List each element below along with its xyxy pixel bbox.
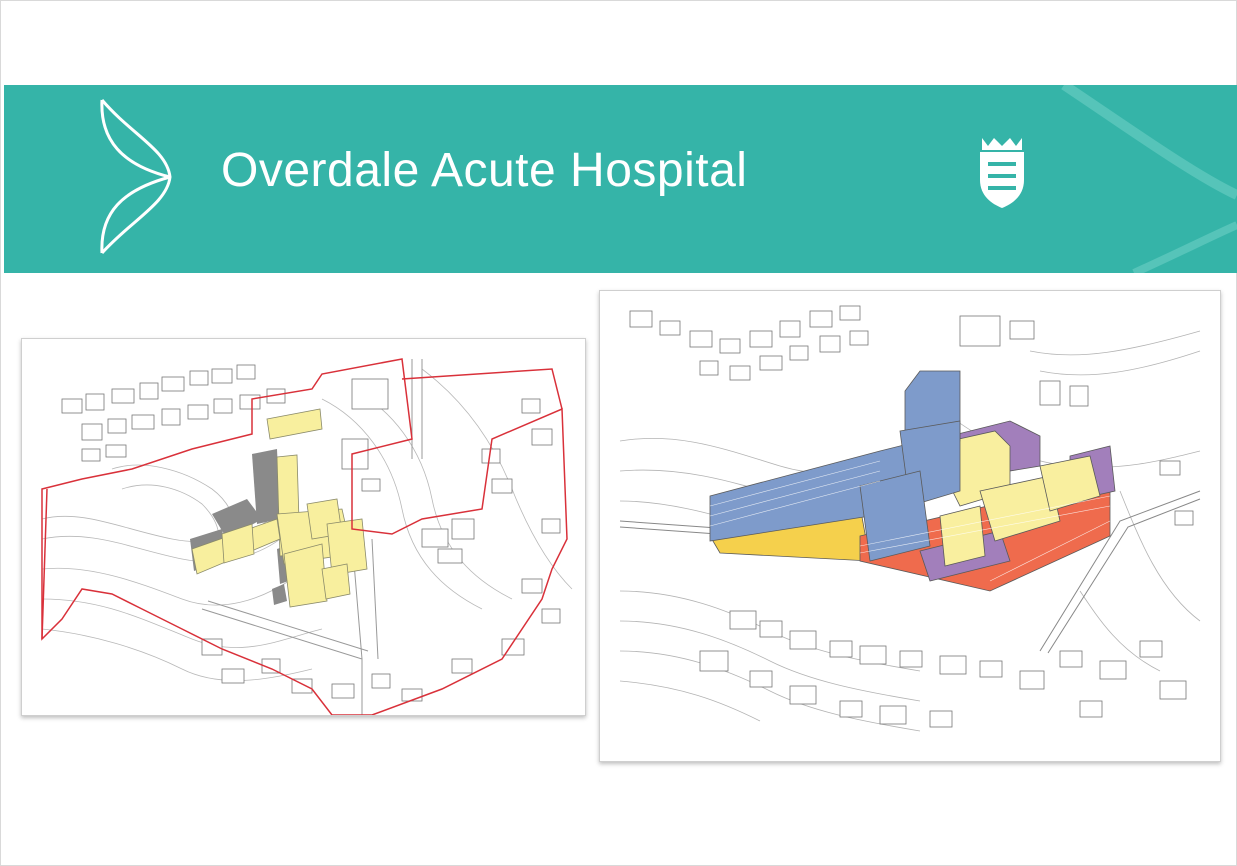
massing-drawing [600, 291, 1220, 761]
page-title: Overdale Acute Hospital [221, 144, 748, 197]
site-plan-drawing [22, 339, 585, 715]
title-banner: Overdale Acute Hospital [4, 85, 1237, 273]
3d-massing-view [599, 290, 1221, 762]
chevron-leaf-logo-icon [100, 99, 172, 255]
jersey-crest-icon [980, 138, 1024, 208]
site-plan-map [21, 338, 586, 716]
slide: Overdale Acute Hospital [0, 0, 1237, 866]
